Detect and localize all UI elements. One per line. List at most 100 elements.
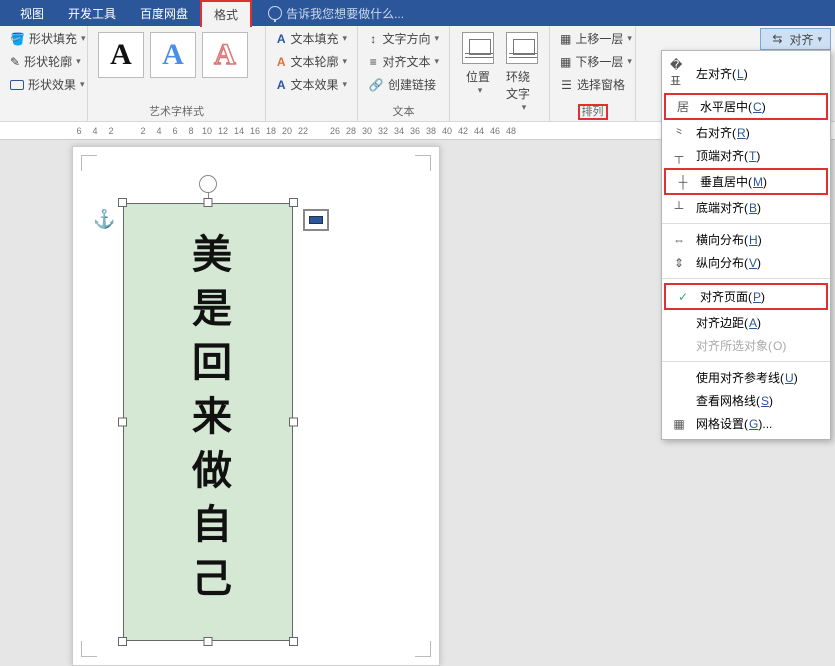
group-label-arrange: 排列: [578, 104, 608, 120]
wordart-style-3[interactable]: A: [202, 32, 248, 78]
menu-align-hcenter[interactable]: 居水平居中(C): [666, 95, 826, 118]
text-fill-icon: A: [276, 31, 286, 47]
resize-handle-nw[interactable]: [118, 198, 127, 207]
tell-me-text: 告诉我您想要做什么...: [286, 5, 404, 22]
align-left-icon: �표: [670, 58, 688, 89]
shape-outline-button[interactable]: ✎形状轮廓▾: [6, 51, 81, 72]
align-button[interactable]: ⇆ 对齐▾: [760, 28, 831, 50]
wordart-gallery[interactable]: A A A: [94, 28, 259, 78]
group-label: [272, 105, 351, 121]
selected-textbox[interactable]: 美是回来做自己: [123, 203, 293, 641]
group-label-text: 文本: [364, 101, 443, 121]
align-icon: ⇆: [769, 31, 785, 47]
text-outline-button[interactable]: A文本轮廓▾: [272, 51, 351, 72]
group-label: [6, 105, 81, 121]
align-bottom-icon: ┴: [670, 201, 688, 215]
resize-handle-ne[interactable]: [289, 198, 298, 207]
menu-align-top[interactable]: ┬顶端对齐(T): [662, 144, 830, 167]
text-effects-button[interactable]: A文本效果▾: [272, 74, 351, 95]
align-text-button[interactable]: ≡对齐文本▾: [364, 51, 443, 72]
layout-options-icon: [309, 216, 323, 224]
grid-icon: ▦: [670, 417, 688, 431]
group-arrange: ▦上移一层▾ ▦下移一层▾ ☰选择窗格 排列: [550, 26, 636, 121]
group-text: ↕文字方向▾ ≡对齐文本▾ 🔗创建链接 文本: [358, 26, 450, 121]
text-outline-icon: A: [276, 54, 286, 70]
resize-handle-sw[interactable]: [118, 637, 127, 646]
page: ⚓ 美是回来做自己: [72, 146, 440, 666]
align-hcenter-icon: 居: [674, 98, 692, 115]
wordart-style-2[interactable]: A: [150, 32, 196, 78]
paint-bucket-icon: 🪣: [10, 31, 25, 47]
tab-view[interactable]: 视图: [8, 1, 56, 26]
margin-corner-icon: [415, 155, 431, 171]
distribute-h-icon: ⇔: [670, 233, 688, 247]
menu-distribute-h[interactable]: ⇔横向分布(H): [662, 228, 830, 251]
menu-grid-settings[interactable]: ▦网格设置(G)...: [662, 412, 830, 435]
group-shape-style: 🪣形状填充▾ ✎形状轮廓▾ 形状效果▾: [0, 26, 88, 121]
align-vcenter-icon: ┼: [674, 175, 692, 189]
effects-icon: [10, 77, 24, 93]
text-direction-icon: ↕: [368, 31, 378, 47]
rotate-handle[interactable]: [199, 175, 217, 193]
menu-align-to-objects: 对齐所选对象(O): [662, 334, 830, 357]
shape-fill-button[interactable]: 🪣形状填充▾: [6, 28, 81, 49]
menu-distribute-v[interactable]: ⇕纵向分布(V): [662, 251, 830, 274]
wrap-icon: [506, 32, 538, 64]
menu-align-bottom[interactable]: ┴底端对齐(B): [662, 196, 830, 219]
lightbulb-icon: [268, 6, 282, 20]
resize-handle-n[interactable]: [204, 198, 213, 207]
tab-devtools[interactable]: 开发工具: [56, 1, 128, 26]
bring-forward-button[interactable]: ▦上移一层▾: [556, 28, 629, 49]
align-text-icon: ≡: [368, 54, 378, 70]
textbox[interactable]: 美是回来做自己: [123, 203, 293, 641]
group-text-effects: A文本填充▾ A文本轮廓▾ A文本效果▾: [266, 26, 358, 121]
tell-me-hint[interactable]: 告诉我您想要做什么...: [268, 5, 404, 22]
wordart-style-1[interactable]: A: [98, 32, 144, 78]
resize-handle-se[interactable]: [289, 637, 298, 646]
align-top-icon: ┬: [670, 149, 688, 163]
send-backward-icon: ▦: [560, 54, 571, 70]
tab-format[interactable]: 格式: [200, 0, 252, 27]
position-icon: [462, 32, 494, 64]
wrap-text-button[interactable]: 环绕文字▾: [500, 28, 544, 113]
menu-align-left[interactable]: �표左对齐(L): [662, 55, 830, 92]
group-align-size: ⇆ 对齐▾ ↕ 24.42 厘米 �표左对齐(L) 居水平居中(C) ⺀右对齐(…: [636, 26, 835, 121]
distribute-v-icon: ⇕: [670, 256, 688, 270]
menu-align-to-margin[interactable]: 对齐边距(A): [662, 311, 830, 334]
bring-forward-icon: ▦: [560, 31, 571, 47]
resize-handle-e[interactable]: [289, 418, 298, 427]
create-link-button[interactable]: 🔗创建链接: [364, 74, 443, 95]
selection-pane-icon: ☰: [560, 77, 573, 93]
margin-corner-icon: [415, 641, 431, 657]
check-icon: ✓: [674, 290, 692, 304]
menu-align-vcenter[interactable]: ┼垂直居中(M): [666, 170, 826, 193]
text-effects-icon: A: [276, 77, 286, 93]
selection-pane-button[interactable]: ☰选择窗格: [556, 74, 629, 95]
textbox-text: 美是回来做自己: [188, 233, 228, 611]
text-fill-button[interactable]: A文本填充▾: [272, 28, 351, 49]
link-icon: 🔗: [368, 77, 384, 93]
resize-handle-w[interactable]: [118, 418, 127, 427]
group-wordart: A A A 艺术字样式: [88, 26, 266, 121]
anchor-icon[interactable]: ⚓: [93, 209, 115, 230]
layout-options-button[interactable]: [303, 209, 329, 231]
margin-corner-icon: [81, 641, 97, 657]
shape-effects-button[interactable]: 形状效果▾: [6, 74, 81, 95]
group-label-wordart: 艺术字样式: [94, 101, 259, 121]
title-tab-bar: 视图 开发工具 百度网盘 格式 告诉我您想要做什么...: [0, 0, 835, 26]
margin-corner-icon: [81, 155, 97, 171]
tab-baidupan[interactable]: 百度网盘: [128, 1, 200, 26]
send-backward-button[interactable]: ▦下移一层▾: [556, 51, 629, 72]
resize-handle-s[interactable]: [204, 637, 213, 646]
menu-align-to-page[interactable]: ✓对齐页面(P): [666, 285, 826, 308]
menu-use-guides[interactable]: 使用对齐参考线(U): [662, 366, 830, 389]
menu-align-right[interactable]: ⺀右对齐(R): [662, 121, 830, 144]
group-position: 位置▾ 环绕文字▾: [450, 26, 550, 121]
align-right-icon: ⺀: [670, 124, 688, 141]
ribbon: 🪣形状填充▾ ✎形状轮廓▾ 形状效果▾ A A A 艺术字样式 A文本填充▾ A…: [0, 26, 835, 122]
text-direction-button[interactable]: ↕文字方向▾: [364, 28, 443, 49]
menu-view-gridlines[interactable]: 查看网格线(S): [662, 389, 830, 412]
position-button[interactable]: 位置▾: [456, 28, 500, 113]
pen-icon: ✎: [10, 54, 20, 70]
align-dropdown-menu: �표左对齐(L) 居水平居中(C) ⺀右对齐(R) ┬顶端对齐(T) ┼垂直居中…: [661, 50, 831, 440]
